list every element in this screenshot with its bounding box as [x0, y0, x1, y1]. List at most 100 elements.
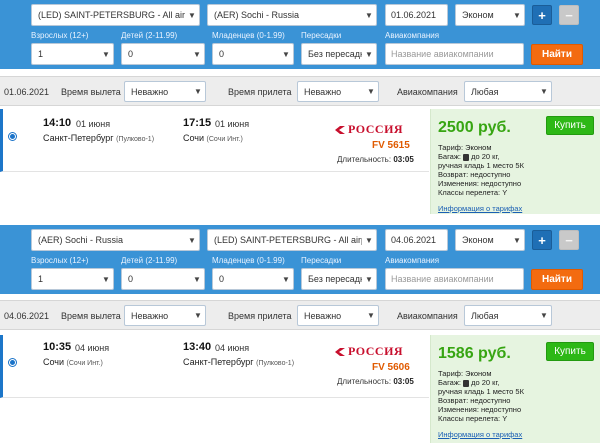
filter-airline-select[interactable]: Любая ▼ — [464, 305, 552, 326]
from-airport-select[interactable]: (LED) SAINT-PETERSBURG - All airp ▼ — [31, 4, 200, 26]
fare-info: Тариф: Эконом Багаж: до 20 кг, ручная кл… — [438, 369, 524, 423]
children-value: 0 — [128, 274, 134, 284]
adults-select[interactable]: 1 ▼ — [31, 268, 114, 290]
add-segment-button[interactable]: + — [532, 5, 552, 25]
flight-details: 10:35 04 июня Сочи (Сочи Инт.) 13:40 04 … — [0, 335, 429, 398]
departure-city-name: Санкт-Петербург — [43, 133, 114, 143]
caret-down-icon: ▼ — [102, 274, 110, 284]
transfers-value: Без пересадки — [308, 274, 362, 284]
caret-down-icon: ▼ — [188, 10, 196, 20]
departure-time-label: Время вылета — [61, 87, 121, 97]
remove-segment-button[interactable]: − — [559, 5, 579, 25]
departure-time: 14:10 — [43, 117, 72, 129]
buy-button[interactable]: Купить — [546, 342, 594, 361]
caret-down-icon: ▼ — [365, 274, 373, 284]
fare-baggage: Багаж: до 20 кг, — [438, 378, 524, 387]
to-airport-value: (AER) Sochi - Russia — [214, 10, 300, 20]
adults-value: 1 — [38, 49, 44, 59]
filter-bar-return: 04.06.2021 Время вылета Неважно ▼ Время … — [0, 300, 600, 330]
departure-time-select[interactable]: Неважно ▼ — [124, 81, 206, 102]
infants-select[interactable]: 0 ▼ — [212, 268, 294, 290]
fare-classes: Классы перелета: Y — [438, 414, 508, 423]
fare-classes: Классы перелета: Y — [438, 188, 508, 197]
children-select[interactable]: 0 ▼ — [121, 43, 205, 65]
baggage-suffix: до 20 кг, — [471, 378, 500, 387]
fare-refund: Возврат: недоступно — [438, 170, 511, 179]
infants-value: 0 — [219, 274, 225, 284]
transfers-select[interactable]: Без пересадки ▼ — [301, 268, 377, 290]
filter-airline-value: Любая — [471, 86, 499, 97]
infants-value: 0 — [219, 49, 225, 59]
caret-down-icon: ▼ — [513, 235, 521, 245]
arrival-airport: (Сочи Инт.) — [206, 136, 243, 143]
class-select[interactable]: Эконом ▼ — [455, 229, 525, 251]
departure-time-label: Время вылета — [61, 311, 121, 321]
filter-airline-select[interactable]: Любая ▼ — [464, 81, 552, 102]
arrival-time-select[interactable]: Неважно ▼ — [297, 81, 379, 102]
arrival-city-name: Санкт-Петербург — [183, 357, 254, 367]
arrival-time-value: Неважно — [304, 310, 342, 321]
infants-label: Младенцев (0-1.99) — [212, 256, 285, 265]
tariff-info-link[interactable]: Информация о тарифах — [438, 430, 522, 439]
filter-bar-outbound: 01.06.2021 Время вылета Неважно ▼ Время … — [0, 76, 600, 106]
buy-button[interactable]: Купить — [546, 116, 594, 135]
find-button[interactable]: Найти — [531, 44, 583, 65]
date-input[interactable]: 01.06.2021 — [385, 4, 448, 26]
flight-result-return: 10:35 04 июня Сочи (Сочи Инт.) 13:40 04 … — [0, 335, 600, 443]
find-button[interactable]: Найти — [531, 269, 583, 290]
children-select[interactable]: 0 ▼ — [121, 268, 205, 290]
from-airport-select[interactable]: (AER) Sochi - Russia ▼ — [31, 229, 200, 251]
transfers-select[interactable]: Без пересадки ▼ — [301, 43, 377, 65]
price: 2500 руб. — [438, 119, 511, 136]
airline-input[interactable]: Название авиакомпании — [385, 43, 524, 65]
fare-baggage: Багаж: до 20 кг, — [438, 152, 524, 161]
caret-down-icon: ▼ — [194, 311, 202, 320]
date-input[interactable]: 04.06.2021 — [385, 229, 448, 251]
baggage-icon — [463, 379, 470, 387]
arrival-time-label: Время прилета — [228, 87, 292, 97]
adults-select[interactable]: 1 ▼ — [31, 43, 114, 65]
departure-time-value: Неважно — [131, 86, 169, 97]
duration-label: Длительность: — [337, 377, 392, 386]
duration-label: Длительность: — [337, 155, 392, 164]
arrival-time-select[interactable]: Неважно ▼ — [297, 305, 379, 326]
duration-value: 03:05 — [393, 377, 414, 386]
caret-down-icon: ▼ — [365, 10, 373, 20]
class-select[interactable]: Эконом ▼ — [455, 4, 525, 26]
baggage-suffix: до 20 кг, — [471, 152, 500, 161]
duration: Длительность: 03:05 — [337, 155, 414, 164]
infants-select[interactable]: 0 ▼ — [212, 43, 294, 65]
airline-placeholder: Название авиакомпании — [391, 274, 494, 284]
caret-down-icon: ▼ — [365, 49, 373, 59]
filter-date: 04.06.2021 — [4, 311, 50, 321]
airline-input[interactable]: Название авиакомпании — [385, 268, 524, 290]
date-value: 01.06.2021 — [391, 10, 437, 20]
add-segment-button[interactable]: + — [532, 230, 552, 250]
filter-airline-label: Авиакомпания — [397, 87, 458, 97]
baggage-icon — [463, 153, 470, 161]
arrival-time: 17:15 — [183, 117, 212, 129]
caret-down-icon: ▼ — [102, 49, 110, 59]
radio-selected-icon[interactable] — [8, 132, 17, 141]
tariff-info-link[interactable]: Информация о тарифах — [438, 204, 522, 213]
infants-label: Младенцев (0-1.99) — [212, 31, 285, 40]
to-airport-select[interactable]: (AER) Sochi - Russia ▼ — [207, 4, 377, 26]
departure-city-name: Сочи — [43, 357, 65, 367]
arrival-time-value: Неважно — [304, 86, 342, 97]
remove-segment-button[interactable]: − — [559, 230, 579, 250]
fare-changes: Изменения: недоступно — [438, 405, 522, 414]
fare-hand-luggage: ручная кладь 1 место 5К — [438, 387, 524, 396]
fare-changes: Изменения: недоступно — [438, 179, 522, 188]
departure-airport: (Пулково-1) — [116, 136, 155, 143]
to-airport-select[interactable]: (LED) SAINT-PETERSBURG - All airp ▼ — [207, 229, 377, 251]
caret-down-icon: ▼ — [194, 87, 202, 96]
departure-date: 01 июня — [76, 119, 111, 129]
departure-airport: (Сочи Инт.) — [66, 360, 103, 367]
flight-number: FV 5615 — [372, 140, 410, 151]
arrival-time: 13:40 — [183, 341, 212, 353]
caret-down-icon: ▼ — [193, 49, 201, 59]
radio-selected-icon[interactable] — [8, 358, 17, 367]
caret-down-icon: ▼ — [540, 311, 548, 320]
arrival-date: 04 июня — [215, 343, 250, 353]
departure-time-select[interactable]: Неважно ▼ — [124, 305, 206, 326]
